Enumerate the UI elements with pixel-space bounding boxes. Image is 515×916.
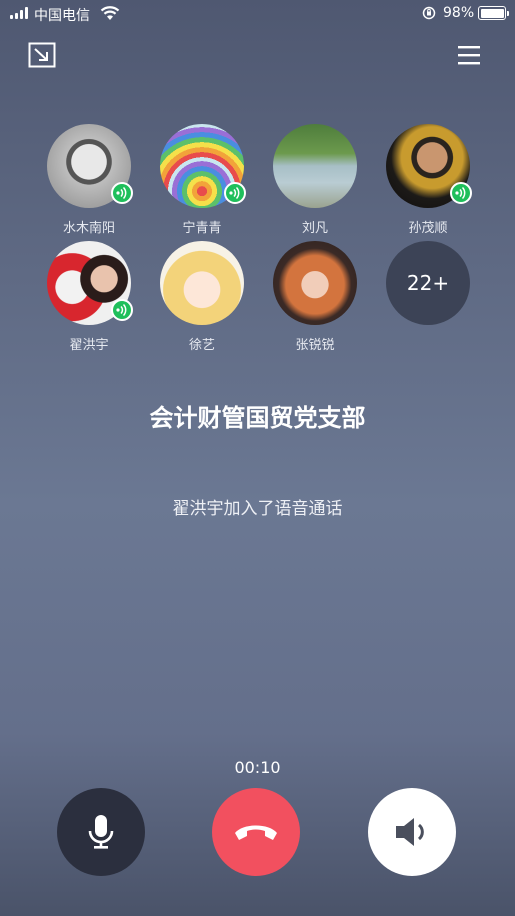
battery-percent: 98% <box>443 5 475 21</box>
more-participants[interactable]: 22+ <box>373 241 483 325</box>
hang-up-button[interactable] <box>212 788 300 876</box>
rotation-lock-icon <box>422 6 436 20</box>
participant-name: 宁青青 <box>182 221 222 236</box>
participant-name: 孙茂顺 <box>408 221 448 236</box>
speaking-icon <box>111 299 133 321</box>
speaker-icon <box>396 818 424 846</box>
call-timer: 00:10 <box>234 758 281 777</box>
participant[interactable]: 徐艺 <box>147 241 257 353</box>
battery-icon <box>478 6 509 20</box>
more-participants-count[interactable]: 22+ <box>386 241 470 325</box>
status-bar: 中国电信 98% <box>0 0 515 28</box>
avatar <box>47 124 133 208</box>
avatar <box>273 241 357 325</box>
participant-name: 徐艺 <box>188 338 215 353</box>
speaker-button[interactable] <box>368 788 456 876</box>
speaking-icon <box>450 182 472 204</box>
participant[interactable]: 宁青青 <box>147 124 257 236</box>
participant[interactable]: 翟洪宇 <box>34 241 144 353</box>
participant-name: 水木南阳 <box>62 221 115 236</box>
avatar <box>273 124 357 208</box>
microphone-icon <box>88 815 114 849</box>
avatar <box>160 241 244 325</box>
participant-name: 刘凡 <box>301 221 328 236</box>
participant[interactable]: 刘凡 <box>260 124 370 236</box>
avatar <box>386 124 472 208</box>
group-title: 会计财管国贸党支部 <box>149 404 366 432</box>
avatar <box>160 124 246 208</box>
participant-name: 张锐锐 <box>295 338 335 353</box>
avatar <box>47 241 133 325</box>
minimize-icon[interactable] <box>28 42 56 68</box>
carrier-label: 中国电信 <box>34 8 90 24</box>
wifi-icon <box>100 6 120 20</box>
menu-icon[interactable] <box>456 44 482 66</box>
hang-up-icon <box>235 825 277 840</box>
participant[interactable]: 张锐锐 <box>260 241 370 353</box>
mute-button[interactable] <box>57 788 145 876</box>
participant[interactable]: 孙茂顺 <box>373 124 483 236</box>
speaking-icon <box>111 182 133 204</box>
join-notice: 翟洪宇加入了语音通话 <box>172 499 343 519</box>
participant-name: 翟洪宇 <box>69 338 109 353</box>
participant[interactable]: 水木南阳 <box>34 124 144 236</box>
speaking-icon <box>224 182 246 204</box>
signal-icon <box>10 7 28 19</box>
